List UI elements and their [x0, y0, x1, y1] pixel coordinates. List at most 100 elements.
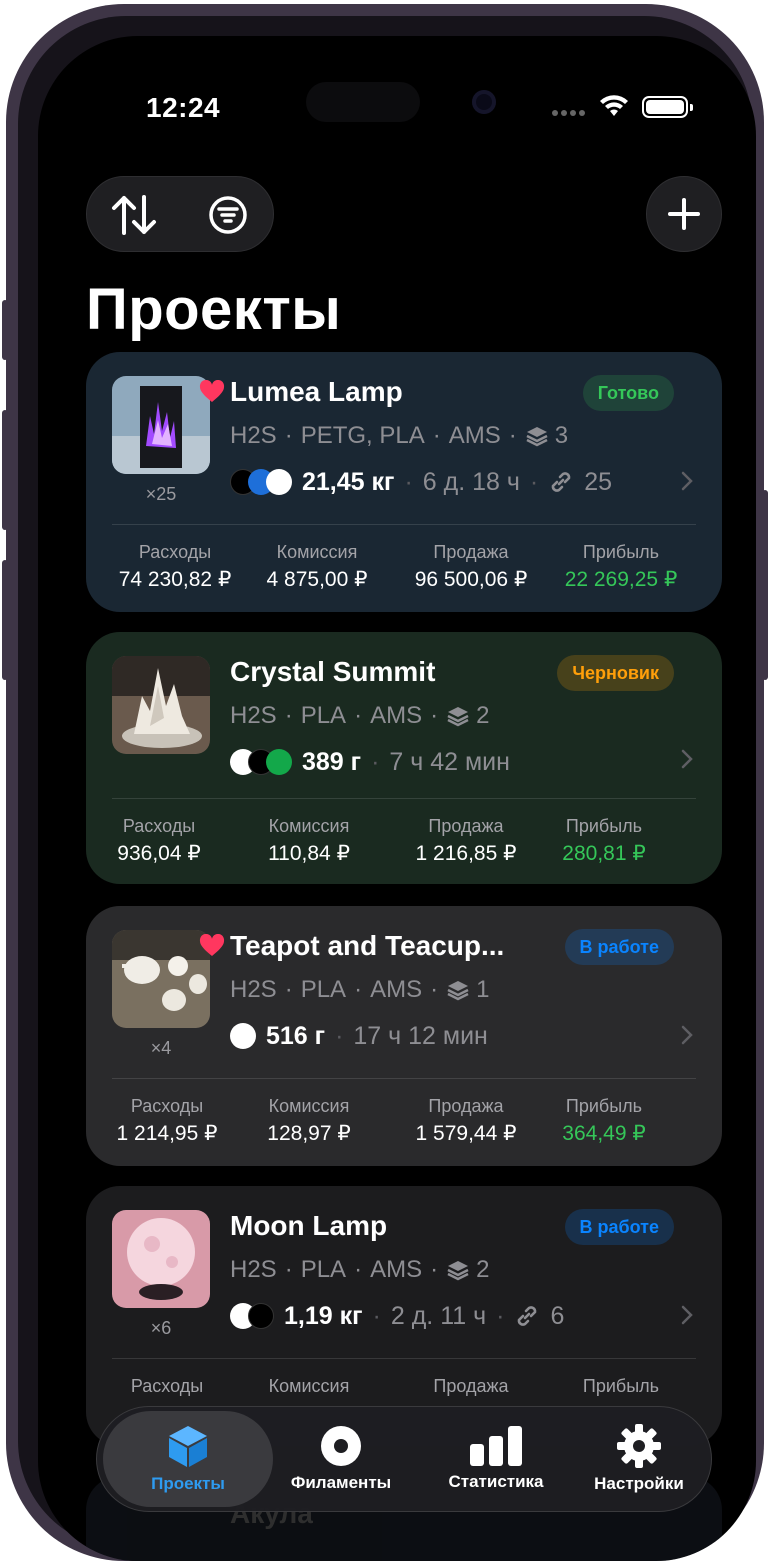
materials-label: PLA	[300, 702, 347, 729]
expenses-value: 1 214,95 ₽	[116, 1122, 218, 1145]
project-thumbnail	[112, 930, 210, 1028]
tab-projects[interactable]: Проекты	[103, 1411, 273, 1507]
profit-block: Прибыль	[554, 1376, 688, 1397]
filament-colors	[230, 469, 292, 495]
commission-label: Комиссия	[268, 1376, 350, 1396]
expenses-label: Расходы	[138, 542, 212, 562]
project-title: Lumea Lamp	[230, 376, 403, 407]
expenses-value: 936,04 ₽	[117, 842, 201, 865]
project-meta: H2S · PLA · AMS · 1	[230, 976, 490, 1003]
status-badge: Черновик	[557, 655, 674, 691]
sale-block: Продажа 1 216,85 ₽	[404, 816, 528, 866]
sale-value: 1 216,85 ₽	[415, 842, 517, 865]
layers-icon	[447, 1261, 469, 1281]
sort-button[interactable]	[87, 177, 181, 253]
profit-label: Прибыль	[582, 1376, 660, 1396]
tab-label: Филаменты	[290, 1473, 392, 1492]
layers-icon	[526, 427, 548, 447]
commission-block: Комиссия 110,84 ₽	[254, 816, 364, 866]
chevron-right-icon	[681, 1305, 693, 1325]
phone-frame: 12:24 Проекты ×25 Lumea Lamp Готово H2S …	[6, 4, 764, 1561]
gear-icon	[617, 1424, 661, 1468]
tab-label: Проекты	[151, 1474, 225, 1493]
profit-block: Прибыль 22 269,25 ₽	[554, 542, 688, 592]
expenses-label: Расходы	[130, 1376, 204, 1396]
sale-block: Продажа 1 579,44 ₽	[404, 1096, 528, 1146]
materials-label: PETG, PLA	[300, 422, 425, 449]
project-thumbnail	[112, 376, 210, 474]
profit-label: Прибыль	[565, 1096, 643, 1116]
page-title: Проекты	[86, 277, 342, 342]
project-meta: H2S · PLA · AMS · 2	[230, 1256, 490, 1283]
tab-label: Статистика	[448, 1472, 544, 1491]
plates-count: 2	[476, 702, 490, 729]
layers-icon	[447, 981, 469, 1001]
weight-value: 389 г	[302, 747, 362, 776]
printer-label: H2S	[230, 1256, 277, 1283]
sale-block: Продажа 96 500,06 ₽	[404, 542, 538, 592]
screen: 12:24 Проекты ×25 Lumea Lamp Готово H2S …	[38, 36, 756, 1561]
profit-block: Прибыль 364,49 ₽	[554, 1096, 654, 1146]
divider	[112, 798, 696, 799]
quantity-label: ×6	[150, 1318, 172, 1338]
tab-settings[interactable]: Настройки	[571, 1411, 707, 1507]
tab-label: Настройки	[594, 1474, 684, 1493]
project-card-lumea-lamp[interactable]: ×25 Lumea Lamp Готово H2S · PETG, PLA · AM…	[86, 352, 722, 612]
project-meta: H2S · PETG, PLA · AMS · 3	[230, 422, 569, 449]
project-stats: 1,19 кг · 2 д. 11 ч · 6	[230, 1298, 564, 1334]
commission-value: 110,84 ₽	[268, 842, 350, 865]
project-stats: 21,45 кг · 6 д. 18 ч · 25	[230, 464, 612, 500]
divider	[112, 524, 696, 525]
printer-label: H2S	[230, 702, 277, 729]
commission-value: 4 875,00 ₽	[266, 568, 368, 591]
tab-statistics[interactable]: Статистика	[421, 1411, 571, 1507]
print-time: 2 д. 11 ч	[390, 1301, 487, 1330]
cellular-signal-icon	[552, 108, 586, 116]
project-card-crystal-summit[interactable]: Crystal Summit Черновик H2S · PLA · AMS · 2…	[86, 632, 722, 884]
weight-value: 516 г	[266, 1021, 326, 1050]
plates-count: 2	[476, 1256, 490, 1283]
project-thumbnail	[112, 1210, 210, 1308]
chevron-right-icon	[681, 1025, 693, 1045]
sale-block: Продажа	[404, 1376, 538, 1397]
filter-button[interactable]	[181, 177, 275, 253]
plates-count: 1	[476, 976, 490, 1003]
commission-value: 128,97 ₽	[267, 1122, 351, 1145]
project-stats: 516 г · 17 ч 12 мин	[230, 1018, 488, 1054]
expenses-value: 74 230,82 ₽	[118, 568, 232, 591]
status-bar: 12:24	[38, 36, 756, 156]
spool-icon	[321, 1426, 361, 1466]
plus-icon	[668, 198, 700, 230]
favorite-heart-icon[interactable]	[199, 934, 225, 958]
system-label: AMS	[370, 1256, 423, 1283]
system-label: AMS	[370, 976, 423, 1003]
weight-value: 21,45 кг	[302, 467, 395, 496]
project-title: Moon Lamp	[230, 1210, 388, 1241]
status-badge: В работе	[564, 929, 674, 965]
project-title: Teapot and Teacup...	[230, 930, 505, 961]
project-card-teapot[interactable]: ×4 Teapot and Teacup... В работе H2S · PL…	[86, 906, 722, 1166]
print-time: 6 д. 18 ч	[422, 467, 520, 496]
sale-label: Продажа	[428, 816, 504, 836]
tab-filaments[interactable]: Филаменты	[273, 1411, 409, 1507]
plates-count: 3	[554, 422, 569, 449]
sort-filter-group	[86, 176, 274, 252]
sale-value: 96 500,06 ₽	[414, 568, 528, 591]
project-meta: H2S · PLA · AMS · 2	[230, 702, 490, 729]
expenses-label: Расходы	[122, 816, 196, 836]
arrow-up-arrow-down-icon	[112, 195, 156, 235]
expenses-block: Расходы 1 214,95 ₽	[112, 1096, 222, 1146]
profit-block: Прибыль 280,81 ₽	[554, 816, 654, 866]
add-project-button[interactable]	[646, 176, 722, 252]
system-label: AMS	[370, 702, 423, 729]
printer-label: H2S	[230, 422, 277, 449]
materials-label: PLA	[300, 976, 347, 1003]
status-badge: Готово	[582, 375, 674, 411]
commission-label: Комиссия	[268, 816, 350, 836]
favorite-heart-icon[interactable]	[199, 380, 225, 404]
dynamic-island	[306, 82, 420, 122]
wifi-icon	[600, 95, 628, 116]
commission-block: Комиссия 128,97 ₽	[254, 1096, 364, 1146]
commission-label: Комиссия	[276, 542, 358, 562]
project-title: Crystal Summit	[230, 656, 436, 687]
